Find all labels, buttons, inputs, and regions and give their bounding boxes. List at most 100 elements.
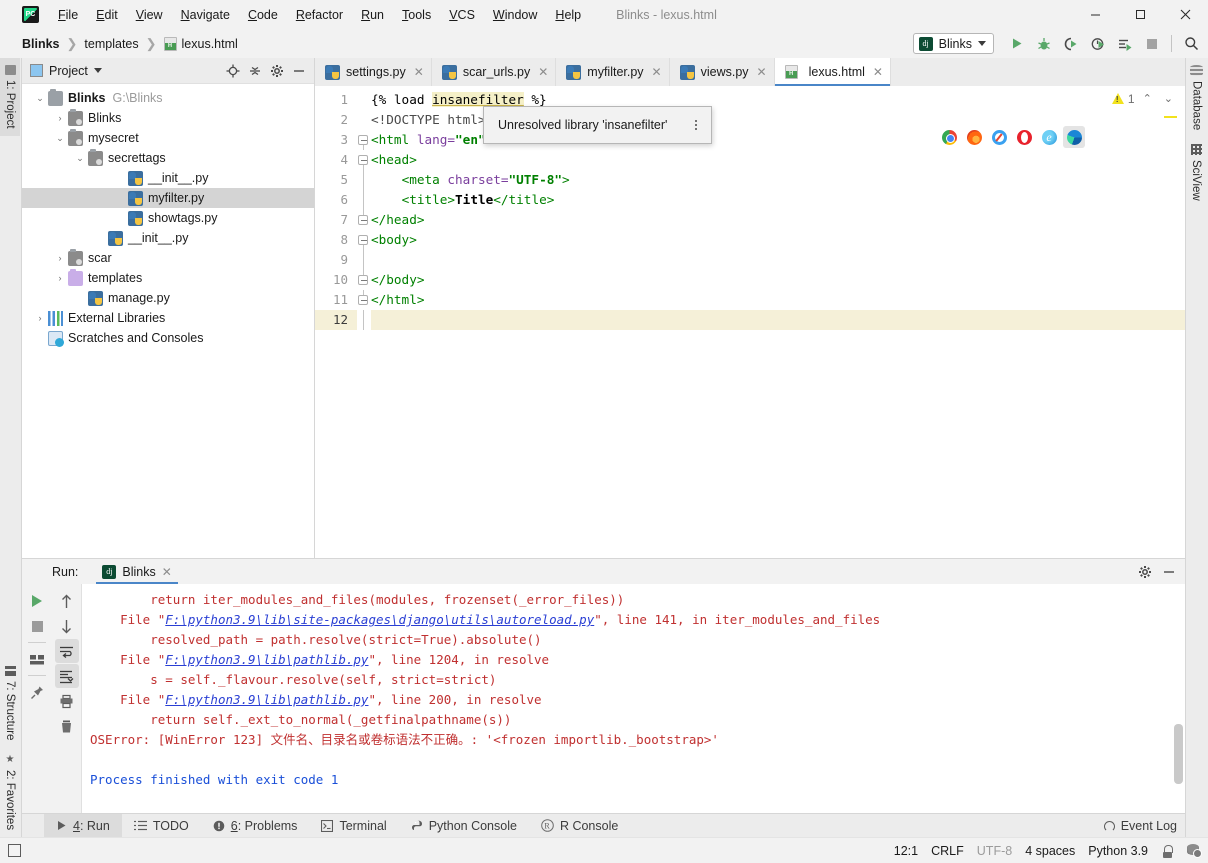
lock-icon[interactable] (1161, 844, 1174, 858)
tool-window-todo[interactable]: TODO (122, 814, 201, 837)
fold-slot[interactable] (357, 270, 371, 290)
printer-icon[interactable] (55, 689, 79, 713)
close-icon[interactable]: ✕ (538, 65, 548, 79)
fold-collapse-icon[interactable] (358, 295, 368, 305)
attach-button[interactable] (1112, 31, 1137, 56)
chevron-right-icon[interactable]: › (52, 113, 68, 123)
inspection-widget[interactable]: 1 ⌃ ⌄ (1111, 90, 1177, 107)
stop-button[interactable] (1139, 31, 1164, 56)
line-separator[interactable]: CRLF (931, 844, 964, 858)
sidebar-item-sciview[interactable]: SciView (1186, 137, 1206, 208)
menu-item-edit[interactable]: Edit (87, 5, 127, 25)
file-encoding[interactable]: UTF-8 (977, 844, 1012, 858)
editor-tab-myfilter-py[interactable]: myfilter.py ✕ (556, 58, 670, 86)
chevron-right-icon[interactable]: › (52, 253, 68, 263)
run-coverage-button[interactable] (1058, 31, 1083, 56)
indent-setting[interactable]: 4 spaces (1025, 844, 1075, 858)
menu-item-code[interactable]: Code (239, 5, 287, 25)
menu-item-file[interactable]: File (49, 5, 87, 25)
firefox-icon[interactable] (963, 126, 985, 148)
fold-slot[interactable] (357, 290, 371, 310)
menu-item-navigate[interactable]: Navigate (172, 5, 239, 25)
tool-window-python-console[interactable]: Python Console (399, 814, 529, 837)
menu-item-vcs[interactable]: VCS (440, 5, 484, 25)
chevron-down-icon[interactable]: ⌄ (32, 93, 48, 104)
event-log-button[interactable]: Event Log (1103, 814, 1177, 838)
stacktrace-link[interactable]: F:\python3.9\lib\pathlib.py (165, 692, 368, 707)
hide-icon[interactable] (288, 60, 310, 82)
chevron-right-icon[interactable]: › (52, 273, 68, 283)
tree-node-templates[interactable]: › templates (22, 268, 314, 288)
fold-collapse-icon[interactable] (358, 135, 368, 145)
database-inspection-icon[interactable] (1187, 844, 1202, 858)
interpreter-label[interactable]: Python 3.9 (1088, 844, 1148, 858)
collapse-all-icon[interactable] (244, 60, 266, 82)
project-tree[interactable]: ⌄ Blinks G:\Blinks › Blinks ⌄ mysecret ⌄ secrett… (22, 84, 314, 558)
tool-window-4--run[interactable]: 4: Run (44, 814, 122, 837)
maximize-button[interactable] (1118, 0, 1163, 29)
tree-node-showtags-py[interactable]: showtags.py (22, 208, 314, 228)
close-icon[interactable]: ✕ (162, 565, 172, 579)
tool-window-terminal[interactable]: Terminal (309, 814, 398, 837)
fold-collapse-icon[interactable] (358, 275, 368, 285)
tree-node---init---py[interactable]: __init__.py (22, 228, 314, 248)
next-problem-icon[interactable]: ⌄ (1160, 90, 1177, 107)
menu-item-refactor[interactable]: Refactor (287, 5, 352, 25)
run-tab-blinks[interactable]: Blinks ✕ (96, 559, 179, 584)
scroll-end-icon[interactable] (54, 664, 79, 688)
opera-icon[interactable] (1013, 126, 1035, 148)
tree-node-blinks[interactable]: › Blinks (22, 108, 314, 128)
code-text-area[interactable]: {% load insanefilter %} <!DOCTYPE html> <h… (371, 86, 1185, 558)
arrow-down-icon[interactable] (55, 614, 79, 638)
stacktrace-link[interactable]: F:\python3.9\lib\pathlib.py (165, 652, 368, 667)
minimize-button[interactable] (1073, 0, 1118, 29)
soft-wrap-icon[interactable] (54, 639, 79, 663)
fold-slot[interactable] (357, 210, 371, 230)
locate-icon[interactable] (222, 60, 244, 82)
tree-node-mysecret[interactable]: ⌄ mysecret (22, 128, 314, 148)
tree-node-myfilter-py[interactable]: myfilter.py (22, 188, 314, 208)
close-icon[interactable]: ✕ (414, 65, 424, 79)
gear-icon[interactable] (1134, 561, 1156, 583)
tree-node-external-libraries[interactable]: › External Libraries (22, 308, 314, 328)
tree-node-blinks[interactable]: ⌄ Blinks G:\Blinks (22, 88, 314, 108)
console-scrollbar[interactable] (1174, 724, 1183, 784)
editor-tab-lexus-html[interactable]: lexus.html ✕ (774, 58, 891, 86)
tree-node---init---py[interactable]: __init__.py (22, 168, 314, 188)
stop-button[interactable] (25, 614, 49, 638)
menu-item-view[interactable]: View (127, 5, 172, 25)
sidebar-item-database[interactable]: Database (1186, 58, 1207, 137)
profile-button[interactable] (1085, 31, 1110, 56)
editor-pane[interactable]: 1 2 3 4 5 6 7 8 9 10 11 12 {% load insanefilter %} <… (315, 86, 1185, 558)
internet-explorer-icon[interactable]: e (1038, 126, 1060, 148)
tool-window-r-console[interactable]: R R Console (529, 814, 630, 837)
prev-problem-icon[interactable]: ⌃ (1139, 90, 1156, 107)
layout-icon[interactable] (25, 647, 49, 671)
fold-slot[interactable] (357, 230, 371, 250)
chevron-down-icon[interactable]: ⌄ (72, 153, 88, 164)
editor-tab-settings-py[interactable]: settings.py ✕ (315, 58, 432, 86)
sidebar-item-favorites[interactable]: ★ 2: Favorites (0, 748, 20, 837)
run-configuration-selector[interactable]: Blinks (912, 33, 994, 54)
menu-item-help[interactable]: Help (546, 5, 590, 25)
close-icon[interactable]: ✕ (873, 65, 883, 79)
tool-window-6--problems[interactable]: 6: Problems (201, 814, 310, 837)
sidebar-item-structure[interactable]: 7: Structure (0, 659, 20, 747)
sidebar-item-project[interactable]: 1: Project (0, 58, 20, 136)
close-icon[interactable]: ✕ (652, 65, 662, 79)
menu-item-tools[interactable]: Tools (393, 5, 440, 25)
warning-marker-stripe[interactable] (1164, 116, 1177, 118)
run-button[interactable] (1004, 31, 1029, 56)
menu-item-window[interactable]: Window (484, 5, 546, 25)
tree-node-scratches-and-consoles[interactable]: Scratches and Consoles (22, 328, 314, 348)
kebab-menu-icon[interactable] (689, 116, 703, 134)
gear-icon[interactable] (266, 60, 288, 82)
debug-button[interactable] (1031, 31, 1056, 56)
trash-icon[interactable] (55, 714, 79, 738)
chevron-right-icon[interactable]: › (32, 313, 48, 323)
fold-collapse-icon[interactable] (358, 155, 368, 165)
close-button[interactable] (1163, 0, 1208, 29)
breadcrumb-item-folder[interactable]: templates (84, 37, 138, 51)
console-output[interactable]: return iter_modules_and_files(modules, f… (82, 584, 1185, 813)
edge-icon[interactable] (1063, 126, 1085, 148)
